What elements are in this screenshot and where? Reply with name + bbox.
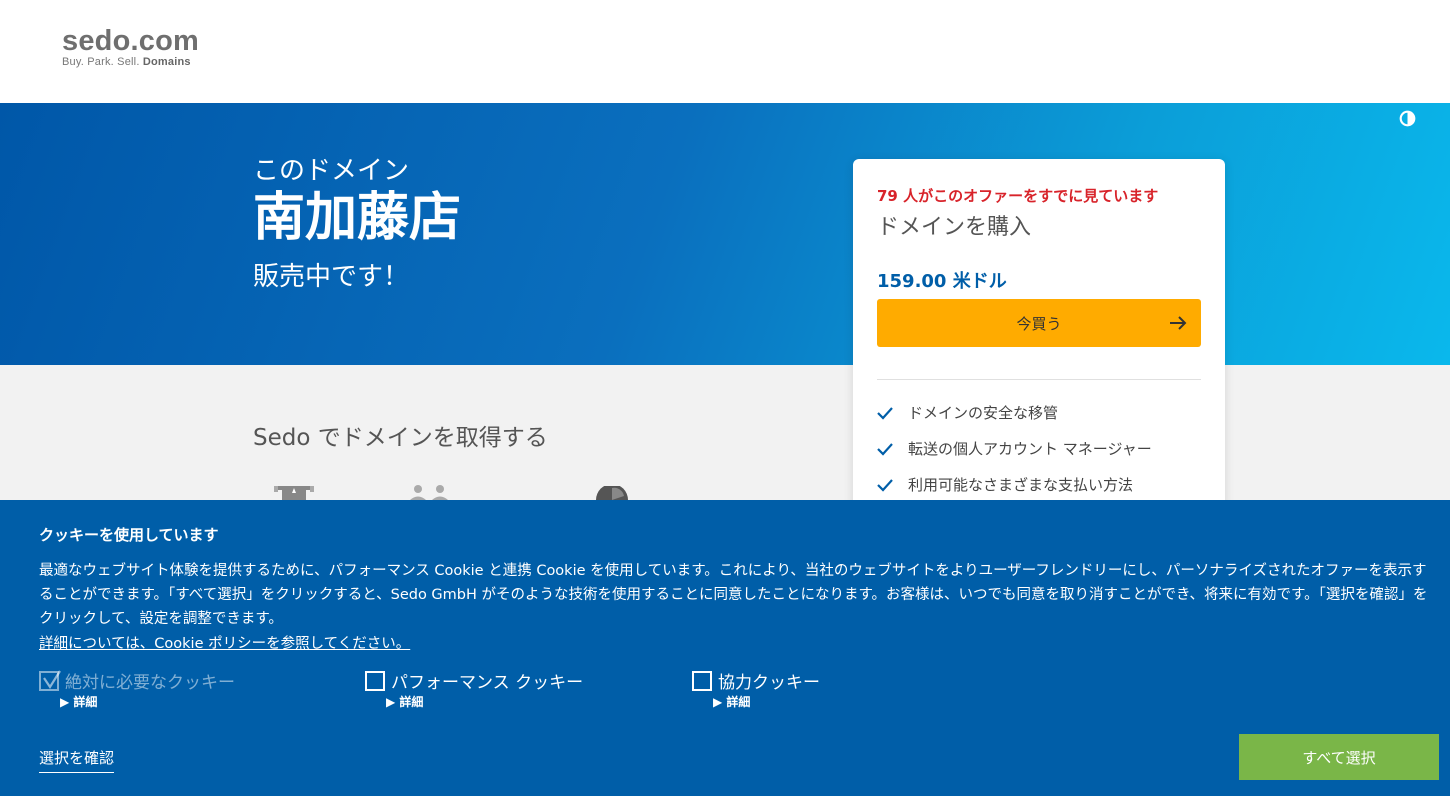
buy-domain-title: ドメインを購入 (877, 215, 1032, 240)
triangle-right-icon: ▶ (386, 695, 400, 709)
hero-banner (0, 103, 1450, 365)
checkmark-icon (877, 406, 893, 420)
triangle-right-icon: ▶ (713, 695, 727, 709)
performance-checkbox[interactable] (365, 670, 385, 691)
cookie-option-label: 協力クッキー (718, 673, 820, 693)
feature-label: ドメインの安全な移管 (908, 404, 1059, 422)
hero-pretitle: このドメイン (253, 156, 410, 186)
cookie-detail-label: 詳細 (399, 695, 424, 709)
buy-now-button[interactable]: 今買う (877, 299, 1201, 347)
checkmark-icon (877, 478, 893, 492)
cookie-banner: クッキーを使用しています 最適なウェブサイト体験を提供するために、パフォーマンス… (0, 500, 1450, 796)
logo-tagline-bold: Domains (142, 56, 191, 68)
confirm-selection-button[interactable]: 選択を確認 (39, 747, 115, 773)
cookie-option-performance[interactable]: パフォーマンス クッキー (365, 668, 583, 693)
cookie-detail-toggle[interactable]: ▶ 詳細 (386, 693, 423, 710)
arrow-right-icon (1170, 316, 1187, 330)
cookie-option-necessary: 絶対に必要なクッキー (39, 668, 235, 693)
feature-label: 転送の個人アカウント マネージャー (908, 440, 1152, 458)
people-icon (410, 485, 448, 500)
cookie-detail-toggle[interactable]: ▶ 詳細 (713, 693, 750, 710)
sedo-section-heading: Sedo でドメインを取得する (253, 425, 548, 451)
cookie-detail-label: 詳細 (73, 695, 98, 709)
purchase-card: 79 人がこのオファーをすでに見ています ドメインを購入 159.00 米ドル … (853, 159, 1225, 559)
checkmark-icon (877, 442, 893, 456)
hero-subtitle: 販売中です！ (253, 262, 410, 292)
feature-item: 転送の個人アカウント マネージャー (877, 438, 1152, 459)
trophy-icon (274, 486, 314, 500)
globe-icon (596, 486, 628, 500)
logo-tagline: Buy. Park. Sell. Domains (62, 56, 199, 68)
domain-price: 159.00 米ドル (877, 271, 1007, 292)
viewers-count-text: 79 人がこのオファーをすでに見ています (877, 187, 1159, 205)
feature-label: 利用可能なさまざまな支払い方法 (908, 476, 1134, 494)
cookie-option-label: 絶対に必要なクッキー (65, 673, 235, 693)
buy-now-label: 今買う (1016, 314, 1062, 333)
necessary-checkbox (39, 669, 61, 691)
logo-wordmark: sedo.com (62, 25, 199, 57)
card-divider (877, 379, 1201, 380)
cooperation-checkbox[interactable] (692, 670, 712, 691)
sedo-logo[interactable]: sedo.com Buy. Park. Sell. Domains (62, 26, 199, 68)
logo-tagline-plain: Buy. Park. Sell. (62, 56, 143, 68)
checkmark-icon (43, 669, 61, 689)
cookie-policy-link[interactable]: 詳細については、Cookie ポリシーを参照してください。 (39, 632, 410, 653)
cookie-description: 最適なウェブサイト体験を提供するために、パフォーマンス Cookie と連携 C… (39, 563, 1428, 627)
site-header: sedo.com Buy. Park. Sell. Domains (0, 0, 1450, 103)
cookie-option-cooperation[interactable]: 協力クッキー (692, 668, 820, 693)
cookie-title: クッキーを使用しています (39, 526, 219, 544)
domain-name-title: 南加藤店 (253, 188, 462, 248)
feature-item: 利用可能なさまざまな支払い方法 (877, 474, 1133, 495)
triangle-right-icon: ▶ (60, 695, 74, 709)
cookie-detail-label: 詳細 (726, 695, 751, 709)
contrast-toggle-icon[interactable] (1399, 110, 1416, 127)
select-all-button[interactable]: すべて選択 (1239, 734, 1439, 780)
feature-item: ドメインの安全な移管 (877, 402, 1058, 423)
cookie-detail-toggle[interactable]: ▶ 詳細 (60, 693, 97, 710)
cookie-option-label: パフォーマンス クッキー (391, 673, 584, 693)
